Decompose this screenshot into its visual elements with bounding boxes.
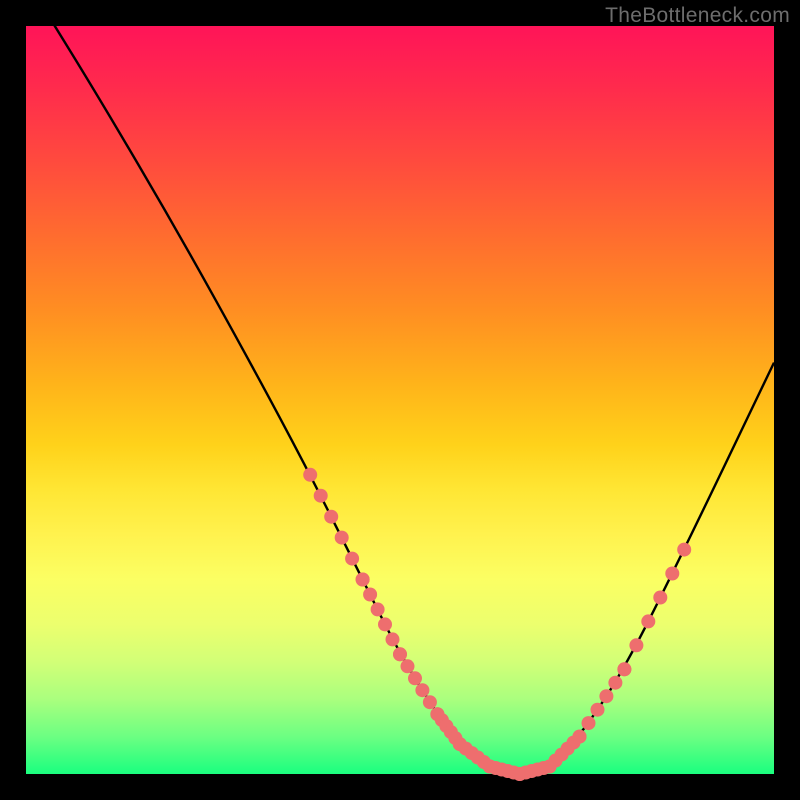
curve-marker-dot	[386, 632, 400, 646]
curve-marker-dot	[378, 617, 392, 631]
curve-marker-dot	[324, 510, 338, 524]
curve-marker-dot	[314, 489, 328, 503]
curve-marker-dot	[617, 662, 631, 676]
curve-marker-dot	[371, 602, 385, 616]
curve-marker-dot	[335, 531, 349, 545]
curve-marker-dot	[303, 468, 317, 482]
chart-curve-group	[41, 4, 774, 773]
curve-marker-dot	[573, 730, 587, 744]
curve-marker-dot	[677, 543, 691, 557]
curve-marker-dot	[591, 703, 605, 717]
chart-frame: TheBottleneck.com	[0, 0, 800, 800]
chart-marker-group	[303, 468, 691, 781]
curve-marker-dot	[408, 671, 422, 685]
watermark-text: TheBottleneck.com	[605, 4, 790, 28]
bottleneck-curve-path	[41, 4, 774, 773]
curve-marker-dot	[415, 683, 429, 697]
curve-marker-dot	[582, 716, 596, 730]
curve-marker-dot	[599, 689, 613, 703]
curve-marker-dot	[356, 573, 370, 587]
curve-marker-dot	[393, 647, 407, 661]
curve-marker-dot	[629, 638, 643, 652]
curve-marker-dot	[401, 659, 415, 673]
curve-marker-dot	[641, 614, 655, 628]
curve-marker-dot	[345, 552, 359, 566]
curve-marker-dot	[363, 588, 377, 602]
curve-marker-dot	[608, 676, 622, 690]
curve-marker-dot	[665, 567, 679, 581]
chart-plot-area	[26, 26, 774, 774]
curve-marker-dot	[423, 695, 437, 709]
chart-svg	[26, 26, 774, 774]
curve-marker-dot	[653, 591, 667, 605]
